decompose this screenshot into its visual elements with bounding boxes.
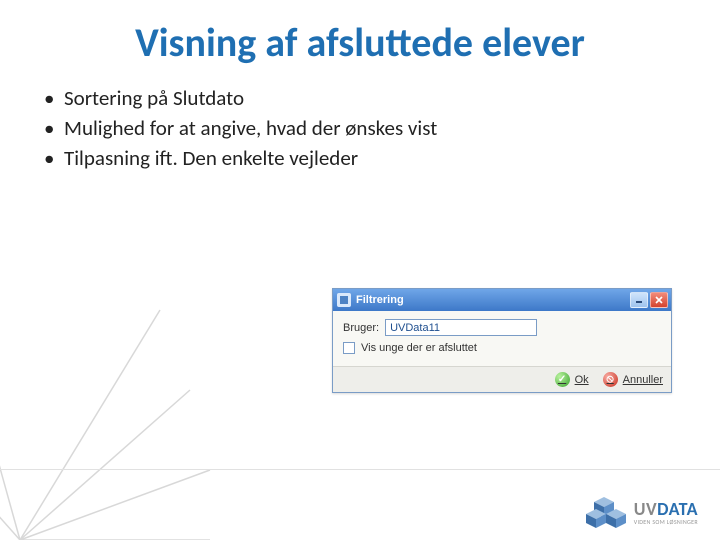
page-title: Visning af afsluttede elever xyxy=(0,0,720,67)
cancel-icon xyxy=(603,372,618,387)
bullet-list: Sortering på Slutdato Mulighed for at an… xyxy=(44,85,720,171)
dialog-footer: Ok Annuller xyxy=(333,366,671,392)
app-icon xyxy=(337,293,351,307)
bullet-item: Sortering på Slutdato xyxy=(44,85,720,111)
bullet-item: Mulighed for at angive, hvad der ønskes … xyxy=(44,115,720,141)
bullet-item: Tilpasning ift. Den enkelte vejleder xyxy=(44,145,720,171)
close-button[interactable] xyxy=(650,292,668,308)
show-completed-label: Vis unge der er afsluttet xyxy=(361,342,477,354)
user-input[interactable] xyxy=(385,319,537,336)
brand-blue: DATA xyxy=(657,498,698,520)
brand-grey: UV xyxy=(634,498,657,520)
decorative-lines xyxy=(0,300,220,540)
brand-tagline: VIDEN SOM LØSNINGER xyxy=(634,518,698,526)
dialog-titlebar: Filtrering xyxy=(333,289,671,311)
cancel-label: Annuller xyxy=(623,374,663,386)
brand-logo: UVDATA VIDEN SOM LØSNINGER xyxy=(582,496,698,530)
cubes-icon xyxy=(582,496,626,530)
user-label: Bruger: xyxy=(343,322,379,334)
dialog-title: Filtrering xyxy=(356,294,628,306)
divider xyxy=(0,469,720,470)
brand-text: UVDATA VIDEN SOM LØSNINGER xyxy=(634,500,698,526)
minimize-button[interactable] xyxy=(630,292,648,308)
ok-button[interactable]: Ok xyxy=(555,372,589,387)
filter-dialog: Filtrering Bruger: Vis unge der er afslu… xyxy=(332,288,672,393)
show-completed-checkbox[interactable] xyxy=(343,342,355,354)
ok-label: Ok xyxy=(575,374,589,386)
dialog-body: Bruger: Vis unge der er afsluttet xyxy=(333,311,671,366)
cancel-button[interactable]: Annuller xyxy=(603,372,663,387)
check-icon xyxy=(555,372,570,387)
